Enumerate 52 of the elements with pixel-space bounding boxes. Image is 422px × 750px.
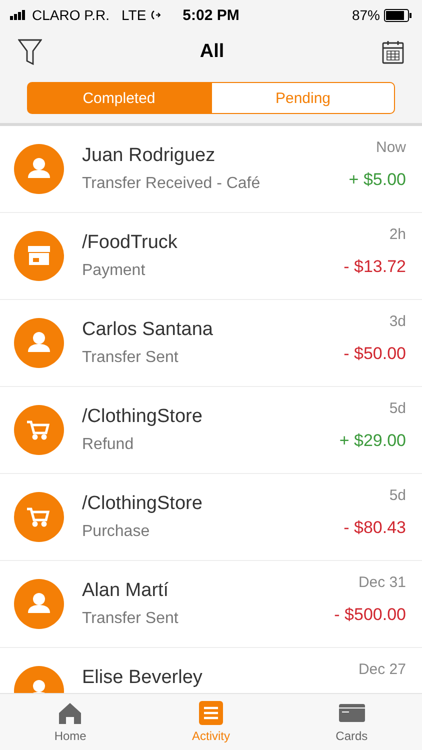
transaction-row[interactable]: /ClothingStore Refund 5d + $29.00	[0, 387, 422, 474]
tab-bar-item[interactable]: Home	[0, 694, 141, 750]
person-avatar-icon	[14, 579, 64, 629]
transaction-row[interactable]: Juan Rodriguez Transfer Received - Café Now + $5.00	[0, 126, 422, 213]
person-avatar-icon	[14, 318, 64, 368]
card-icon	[338, 701, 365, 725]
transaction-amount: - $500.00	[334, 605, 406, 625]
transaction-name: /FoodTruck	[82, 232, 178, 254]
transaction-name: Elise Beverley	[82, 667, 204, 689]
calendar-icon[interactable]	[382, 40, 404, 64]
transaction-description: Refund	[82, 436, 135, 454]
home-icon	[57, 701, 84, 725]
transaction-time: 5d	[389, 400, 406, 417]
page-title: All	[200, 41, 224, 63]
transaction-name: /ClothingStore	[82, 493, 204, 515]
transaction-time: Now	[376, 139, 406, 156]
transaction-description: Transfer Received - Café	[82, 175, 262, 193]
transaction-row[interactable]: /ClothingStore Purchase 5d - $80.43	[0, 474, 422, 561]
cart-icon	[14, 492, 64, 542]
transaction-description: Purchase	[82, 523, 151, 541]
person-avatar-icon	[14, 144, 64, 194]
transaction-time: 2h	[389, 226, 406, 243]
transaction-row[interactable]: /FoodTruck Payment 2h - $13.72	[0, 213, 422, 300]
transaction-amount: - $50.00	[344, 344, 406, 364]
transaction-time: Dec 31	[358, 574, 406, 591]
transaction-description: Transfer Sent	[82, 610, 180, 628]
transaction-time: 5d	[389, 487, 406, 504]
battery-percent: 87%	[352, 7, 380, 23]
clock: 5:02 PM	[182, 6, 240, 24]
filter-icon[interactable]	[18, 39, 42, 65]
store-icon	[14, 231, 64, 281]
carrier-name: CLARO P.R.	[32, 7, 110, 23]
tab-bar-item[interactable]: Cards	[281, 694, 422, 750]
battery-icon	[384, 8, 412, 22]
transaction-row[interactable]: Carlos Santana Transfer Sent 3d - $50.00	[0, 300, 422, 387]
transaction-row[interactable]: Alan Martí Transfer Sent Dec 31 - $500.00	[0, 561, 422, 648]
transaction-name: Carlos Santana	[82, 319, 214, 341]
transaction-amount: + $5.00	[348, 170, 406, 190]
transaction-amount: - $13.72	[344, 257, 406, 277]
transaction-name: Alan Martí	[82, 580, 170, 602]
transaction-description: Transfer Sent	[82, 349, 180, 367]
transaction-description: Payment	[82, 262, 146, 280]
list-icon	[198, 701, 224, 725]
transaction-name: Juan Rodriguez	[82, 145, 216, 167]
signal-icon	[10, 10, 28, 20]
transaction-time: Dec 27	[358, 661, 406, 678]
cart-icon	[14, 405, 64, 455]
network-type: LTE	[122, 7, 146, 23]
transaction-time: 3d	[389, 313, 406, 330]
transaction-name: /ClothingStore	[82, 406, 204, 428]
transaction-amount: + $29.00	[339, 431, 406, 451]
transaction-amount: - $80.43	[344, 518, 406, 538]
